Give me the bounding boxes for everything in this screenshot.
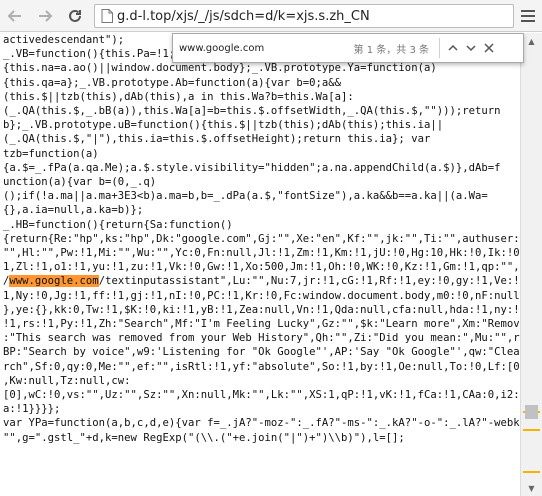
find-result-marker <box>523 471 540 473</box>
source-line: b};_.VB.prototype.uB=function(){this.$||… <box>3 119 444 132</box>
source-line: _.HB=function(){return{Sa:function() <box>3 218 233 231</box>
reload-button[interactable] <box>64 5 86 27</box>
vertical-scrollbar[interactable]: ▲ ▼ <box>520 33 542 496</box>
menu-button[interactable] <box>518 6 538 26</box>
find-result-marker <box>523 429 540 431</box>
chevron-up-icon <box>448 44 458 51</box>
scroll-down-button[interactable]: ▼ <box>521 480 542 496</box>
chevron-down-icon <box>466 45 476 52</box>
find-previous-button[interactable] <box>444 38 462 58</box>
find-close-button[interactable] <box>480 38 498 58</box>
source-line: unction(a){var b=(0,_.q) <box>3 176 157 189</box>
source-text: activedescendant");_.VB=function(){this.… <box>0 33 520 445</box>
address-bar[interactable]: g.d-l.top/xjs/_/js/sdch=d/k=xjs.s.zh_CN <box>94 4 514 28</box>
find-next-button[interactable] <box>462 38 480 58</box>
source-line: (_.QA(this.$,"|"),this.ia=this.$.offsetH… <box>3 133 431 146</box>
page-icon <box>97 6 117 26</box>
browser-toolbar: g.d-l.top/xjs/_/js/sdch=d/k=xjs.s.zh_CN <box>0 0 542 32</box>
reload-icon <box>69 9 81 22</box>
source-line: {},a.ia=null,a.ka=b)}; <box>3 204 144 217</box>
close-icon <box>484 43 494 53</box>
source-line: {this.qa=a};_.VB.prototype.Ab=function(a… <box>3 76 342 89</box>
find-input[interactable] <box>179 38 329 58</box>
source-line: var YPa=function(a,b,c,d,e){var f=_.jA?"… <box>3 417 520 444</box>
source-line: {this.na=a.ao()||window.document.body};_… <box>3 62 437 75</box>
url-text: g.d-l.top/xjs/_/js/sdch=d/k=xjs.s.zh_CN <box>117 8 370 24</box>
find-bar: 第 1 条，共 3 条 <box>172 33 524 63</box>
scroll-up-button[interactable]: ▲ <box>521 33 542 49</box>
scroll-track[interactable] <box>521 49 542 480</box>
find-match-count: 第 1 条，共 3 条 <box>353 44 429 56</box>
source-line: (this.$||tzb(this),dAb(this),a in this.W… <box>3 90 354 103</box>
source-line: ();if(!a.ma||a.ma+3E3<b)a.ma=b,b=_.dPa(a… <box>3 190 488 203</box>
find-divider <box>439 38 440 58</box>
arrow-right-icon <box>39 10 53 22</box>
page-content: activedescendant");_.VB=function(){this.… <box>0 33 520 496</box>
source-line: tzb=function(a) <box>3 147 99 160</box>
forward-button[interactable] <box>34 5 56 27</box>
find-highlight: www.google.com <box>9 275 99 288</box>
scroll-thumb[interactable] <box>525 405 538 419</box>
arrow-left-icon <box>7 10 21 22</box>
source-line: {return{Re:"hp",ks:"hp",Dk:"google.com",… <box>3 232 520 387</box>
back-button[interactable] <box>4 5 26 27</box>
source-line: (_.QA(this.$,_.bB(a)),this.Wa[a]=b=this.… <box>3 105 501 118</box>
source-line: {a.$=_.fPa(a.qa.Me);a.$.style.visibility… <box>3 161 501 174</box>
source-line: [0],wC:!0,vs:"",Uz:"",Sz:"",Xn:null,Mk:"… <box>3 389 520 416</box>
